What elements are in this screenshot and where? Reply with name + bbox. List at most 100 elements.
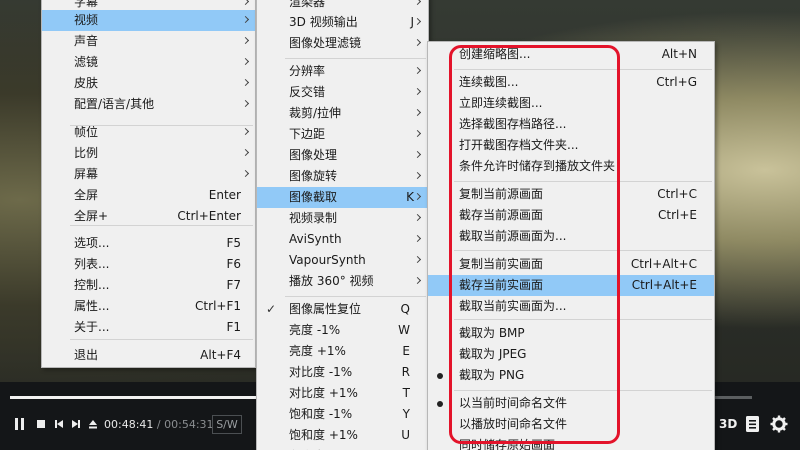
capture-menu-item[interactable]: 立即连续截图... xyxy=(428,93,714,114)
main-menu-item[interactable]: 选项... F5 xyxy=(42,233,255,254)
eject-icon[interactable] xyxy=(87,417,99,433)
chevron-right-icon xyxy=(242,31,250,52)
video-menu-item-label: 播放 360° 视频 xyxy=(289,274,374,288)
capture-menu-item-shortcut: Ctrl+C xyxy=(657,187,697,201)
main-menu-item[interactable]: 全屏+ Ctrl+Enter xyxy=(42,206,255,227)
main-menu-item-label: 全屏+ xyxy=(74,209,109,223)
video-menu-item[interactable]: 3D 视频输出 J xyxy=(257,12,428,33)
main-menu-item-label: 选项... xyxy=(74,236,110,250)
chevron-right-icon xyxy=(242,164,250,185)
video-menu-item[interactable]: 播放 360° 视频 xyxy=(257,271,428,292)
capture-menu-item[interactable]: 截存当前实画面 Ctrl+Alt+E xyxy=(428,275,714,296)
main-menu-item[interactable]: 属性... Ctrl+F1 xyxy=(42,296,255,317)
video-menu-item-label: 亮度 -1% xyxy=(289,323,341,337)
main-menu-item[interactable]: 控制... F7 xyxy=(42,275,255,296)
video-menu-item-label: 分辨率 xyxy=(289,64,326,78)
video-menu-item-label: 图像处理 xyxy=(289,148,338,162)
main-menu-item-label: 皮肤 xyxy=(74,76,99,90)
video-menu-item[interactable]: 亮度 -1% W xyxy=(257,320,428,341)
video-menu-item[interactable]: 图像截取 K xyxy=(257,187,428,208)
video-menu-item[interactable]: 图像处理滤镜 xyxy=(257,33,428,54)
video-menu-item[interactable]: 裁剪/拉伸 xyxy=(257,103,428,124)
main-menu-item[interactable]: 声音 xyxy=(42,31,255,52)
capture-menu-item[interactable]: 选择截图存档路径... xyxy=(428,114,714,135)
video-menu-item-label: 图像属性复位 xyxy=(289,302,362,316)
main-menu-item[interactable]: 关于... F1 xyxy=(42,317,255,338)
video-menu-item[interactable]: 对比度 -1% R xyxy=(257,362,428,383)
video-menu-item[interactable]: 图像旋转 xyxy=(257,166,428,187)
chevron-right-icon xyxy=(414,33,422,54)
video-menu-item-label: VapourSynth xyxy=(289,253,366,267)
capture-menu-item[interactable]: 复制当前实画面 Ctrl+Alt+C xyxy=(428,254,714,275)
video-menu-item-label: 视频录制 xyxy=(289,211,338,225)
capture-menu-item-label: 选择截图存档路径... xyxy=(459,117,567,131)
video-menu-item[interactable]: 视频录制 xyxy=(257,208,428,229)
capture-menu-item[interactable]: 截取为 PNG xyxy=(428,365,714,386)
video-menu-item-label: AviSynth xyxy=(289,232,342,246)
capture-menu-item[interactable]: 截存当前源画面 Ctrl+E xyxy=(428,205,714,226)
video-menu-item-label: 对比度 +1% xyxy=(289,386,358,400)
video-menu-item[interactable]: VapourSynth xyxy=(257,250,428,271)
menu-separator xyxy=(70,339,253,340)
stop-icon[interactable] xyxy=(35,417,47,433)
video-menu-item[interactable]: 对比度 +1% T xyxy=(257,383,428,404)
video-menu-item[interactable]: 色彩度 -1% I xyxy=(257,446,428,450)
capture-menu-item-label: 打开截图存档文件夹... xyxy=(459,138,579,152)
main-menu-item[interactable]: 视频 xyxy=(42,10,255,31)
main-menu-item[interactable]: 列表... F6 xyxy=(42,254,255,275)
main-menu-item[interactable]: 全屏 Enter xyxy=(42,185,255,206)
settings-gear-icon[interactable] xyxy=(770,415,788,436)
next-icon[interactable] xyxy=(70,417,82,433)
total-time: 00:54:31 xyxy=(164,418,214,431)
main-menu-item[interactable]: 配置/语言/其他 xyxy=(42,94,255,115)
capture-menu-item[interactable]: 打开截图存档文件夹... xyxy=(428,135,714,156)
video-menu-item-label: 对比度 -1% xyxy=(289,365,353,379)
main-menu-item[interactable]: 退出 Alt+F4 xyxy=(42,345,255,366)
main-menu-item[interactable]: 皮肤 xyxy=(42,73,255,94)
capture-menu-item[interactable]: 以当前时间命名文件 xyxy=(428,393,714,414)
chevron-right-icon xyxy=(242,73,250,94)
video-menu-item[interactable]: 下边距 xyxy=(257,124,428,145)
video-menu-item[interactable]: 饱和度 -1% Y xyxy=(257,404,428,425)
menu-separator xyxy=(285,58,426,59)
video-menu-item[interactable]: 分辨率 xyxy=(257,61,428,82)
capture-menu-item[interactable]: 创建缩略图... Alt+N xyxy=(428,44,714,65)
capture-menu-item[interactable]: 以播放时间命名文件 xyxy=(428,414,714,435)
pause-icon[interactable] xyxy=(14,417,26,433)
main-menu-item[interactable]: 比例 xyxy=(42,143,255,164)
main-menu-item-label: 视频 xyxy=(74,13,99,27)
video-menu-item[interactable]: 亮度 +1% E xyxy=(257,341,428,362)
video-menu-item[interactable]: 图像处理 xyxy=(257,145,428,166)
main-menu-item-label: 关于... xyxy=(74,320,110,334)
capture-menu-item[interactable]: 截取为 BMP xyxy=(428,323,714,344)
chevron-right-icon xyxy=(414,229,422,250)
playlist-icon[interactable] xyxy=(745,415,761,436)
main-menu-item-shortcut: F6 xyxy=(226,257,241,271)
previous-icon[interactable] xyxy=(53,417,65,433)
capture-menu-item[interactable]: 截取当前源画面为... xyxy=(428,226,714,247)
main-menu-item-label: 全屏 xyxy=(74,188,99,202)
3d-toggle[interactable]: 3D xyxy=(719,415,737,433)
video-menu-item-label: 反交错 xyxy=(289,85,326,99)
video-menu-item[interactable]: 反交错 xyxy=(257,82,428,103)
video-menu-item[interactable]: AviSynth xyxy=(257,229,428,250)
main-menu-item[interactable]: 滤镜 xyxy=(42,52,255,73)
capture-menu-item[interactable]: 连续截图... Ctrl+G xyxy=(428,72,714,93)
capture-menu-item[interactable]: 同时储存原始画面 xyxy=(428,435,714,450)
chevron-right-icon xyxy=(414,12,422,33)
capture-menu-item-label: 同时储存原始画面 xyxy=(459,438,556,450)
main-menu-item-label: 控制... xyxy=(74,278,110,292)
capture-menu-item[interactable]: 截取为 JPEG xyxy=(428,344,714,365)
main-menu-item-label: 声音 xyxy=(74,34,99,48)
video-menu-item-label: 饱和度 -1% xyxy=(289,407,353,421)
video-menu-item-shortcut: U xyxy=(401,428,410,442)
capture-menu-item[interactable]: 条件允许时储存到播放文件夹 xyxy=(428,156,714,177)
video-menu-item[interactable]: ✓ 图像属性复位 Q xyxy=(257,299,428,320)
video-menu-item[interactable]: 饱和度 +1% U xyxy=(257,425,428,446)
time-separator: / xyxy=(156,418,161,431)
capture-menu-item[interactable]: 截取当前实画面为... xyxy=(428,296,714,317)
capture-menu-item[interactable]: 复制当前源画面 Ctrl+C xyxy=(428,184,714,205)
sw-toggle[interactable]: S/W xyxy=(212,415,242,434)
capture-menu-item-label: 截存当前源画面 xyxy=(459,208,544,222)
main-menu-item[interactable]: 屏幕 xyxy=(42,164,255,185)
